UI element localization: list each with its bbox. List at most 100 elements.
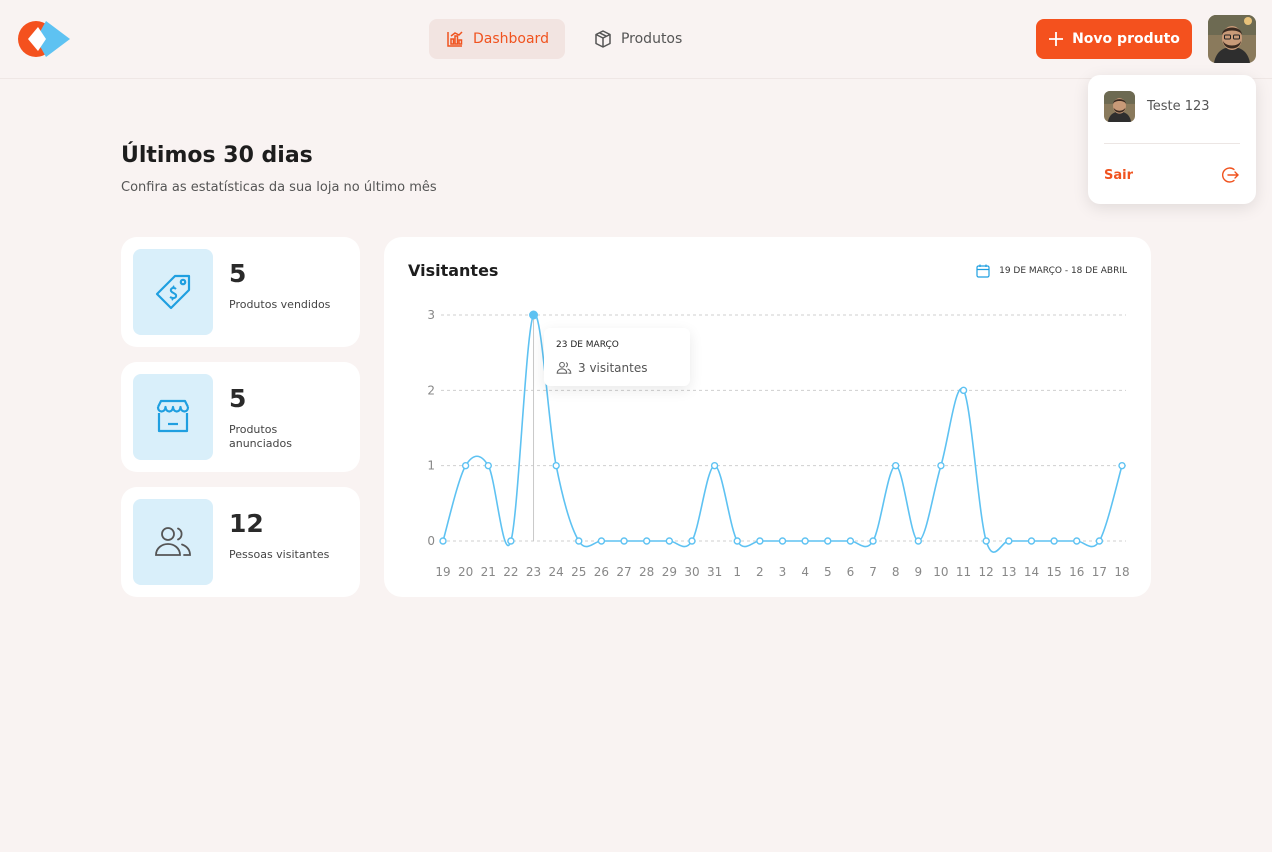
y-tick-label: 1	[427, 459, 435, 473]
chart-title: Visitantes	[408, 261, 499, 280]
x-tick-label: 4	[801, 565, 809, 579]
x-tick-label: 19	[435, 565, 450, 579]
stat-icon-box	[133, 249, 213, 335]
stat-label: Produtos anunciados	[229, 423, 292, 450]
x-tick-label: 24	[549, 565, 564, 579]
users-icon	[556, 361, 572, 374]
dropdown-username: Teste 123	[1147, 99, 1210, 114]
main-nav: Dashboard Produtos	[429, 19, 698, 59]
data-point	[824, 537, 832, 545]
users-icon	[155, 527, 191, 556]
y-tick-label: 3	[427, 308, 435, 322]
stat-value: 12	[229, 509, 264, 538]
new-product-label: Novo produto	[1072, 31, 1180, 47]
data-point	[597, 537, 606, 545]
data-point	[552, 461, 560, 470]
nav-produtos[interactable]: Produtos	[577, 19, 698, 59]
data-point	[959, 386, 968, 395]
y-tick-label: 2	[427, 383, 435, 397]
x-tick-label: 16	[1069, 565, 1084, 579]
data-point	[461, 461, 470, 470]
dropdown-avatar	[1104, 91, 1135, 122]
x-tick-label: 30	[684, 565, 699, 579]
data-point	[914, 537, 922, 545]
stat-value: 5	[229, 384, 247, 413]
x-tick-label: 2	[756, 565, 764, 579]
data-point	[869, 537, 877, 545]
stat-value: 5	[229, 259, 247, 288]
dropdown-divider	[1104, 143, 1240, 144]
calendar-icon	[976, 264, 990, 278]
data-point	[710, 461, 719, 470]
x-tick-label: 12	[979, 565, 994, 579]
x-tick-label: 20	[458, 565, 473, 579]
data-point	[982, 537, 990, 545]
x-tick-label: 25	[571, 565, 586, 579]
x-tick-label: 10	[933, 565, 948, 579]
x-tick-label: 17	[1092, 565, 1107, 579]
logout-label: Sair	[1104, 167, 1134, 183]
data-point	[507, 537, 515, 545]
x-tick-label: 29	[662, 565, 677, 579]
data-point	[665, 537, 674, 545]
top-header: Dashboard Produtos Novo produto	[0, 0, 1272, 79]
x-tick-label: 1	[733, 565, 741, 579]
nav-dashboard[interactable]: Dashboard	[429, 19, 565, 59]
x-tick-label: 7	[869, 565, 877, 579]
data-point	[733, 537, 741, 545]
data-point	[688, 537, 696, 545]
data-point	[1027, 537, 1036, 545]
x-tick-label: 22	[503, 565, 518, 579]
data-point	[846, 537, 855, 545]
dropdown-user-info: Teste 123	[1104, 91, 1210, 122]
data-point	[643, 537, 651, 545]
visitors-chart-card: 0 1 2 3 19 20 21 22 23 24 25 26 27 28 29 30 31 1 2 3 4 5 6 7 8 9 1…	[384, 237, 1151, 597]
user-avatar-button[interactable]	[1208, 15, 1256, 63]
x-tick-label: 27	[616, 565, 631, 579]
y-tick-label: 0	[427, 534, 435, 548]
tooltip-value-row: 3 visitantes	[556, 360, 647, 376]
chart-tooltip: 23 DE MARÇO 3 visitantes	[544, 328, 690, 386]
x-tick-label: 5	[824, 565, 832, 579]
stat-icon-box	[133, 374, 213, 460]
logout-button[interactable]: Sair	[1104, 163, 1240, 187]
visitors-line-chart: 012319 20 21 22 23 24 25 26 27 28 29 30 31 1 2 3 4 5 6 7 8 9 1…	[427, 308, 1129, 579]
x-tick-label: 26	[594, 565, 609, 579]
data-point	[1005, 537, 1013, 545]
x-tick-label: 21	[481, 565, 496, 579]
data-point	[484, 461, 492, 470]
tooltip-date: 23 DE MARÇO	[556, 340, 619, 350]
x-tick-label: 13	[1001, 565, 1016, 579]
data-point	[620, 537, 628, 545]
date-range-label: 19 DE MARÇO - 18 DE ABRIL	[999, 266, 1127, 276]
data-point	[1050, 537, 1058, 545]
nav-produtos-label: Produtos	[620, 31, 683, 47]
logout-icon	[1222, 167, 1239, 183]
data-point	[439, 537, 447, 545]
x-tick-label: 8	[892, 565, 900, 579]
data-point	[1073, 537, 1081, 545]
x-tick-label: 9	[914, 565, 922, 579]
x-tick-label: 14	[1024, 565, 1039, 579]
x-tick-label: 15	[1046, 565, 1061, 579]
store-icon	[156, 399, 190, 433]
box-icon	[595, 30, 611, 48]
stat-card-listed: 5 Produtos anunciados	[121, 362, 360, 472]
x-tick-label: 3	[779, 565, 787, 579]
data-point-highlighted	[529, 310, 539, 320]
data-point	[756, 537, 764, 545]
stat-card-sold: 5 Produtos vendidos	[121, 237, 360, 347]
x-tick-label: 11	[956, 565, 971, 579]
x-tick-label: 18	[1114, 565, 1129, 579]
date-range-picker[interactable]: 19 DE MARÇO - 18 DE ABRIL	[975, 263, 1127, 279]
stat-card-visitors: 12 Pessoas visitantes	[121, 487, 360, 597]
brand-logo[interactable]	[16, 19, 72, 59]
page-title: Últimos 30 dias	[121, 143, 313, 168]
tooltip-value: 3 visitantes	[578, 361, 648, 375]
x-tick-label: 6	[847, 565, 855, 579]
x-tick-label: 31	[707, 565, 722, 579]
price-tag-icon	[155, 274, 191, 310]
user-dropdown-menu: Teste 123 Sair	[1088, 75, 1256, 204]
new-product-button[interactable]: Novo produto	[1036, 19, 1192, 59]
data-point	[801, 537, 809, 545]
